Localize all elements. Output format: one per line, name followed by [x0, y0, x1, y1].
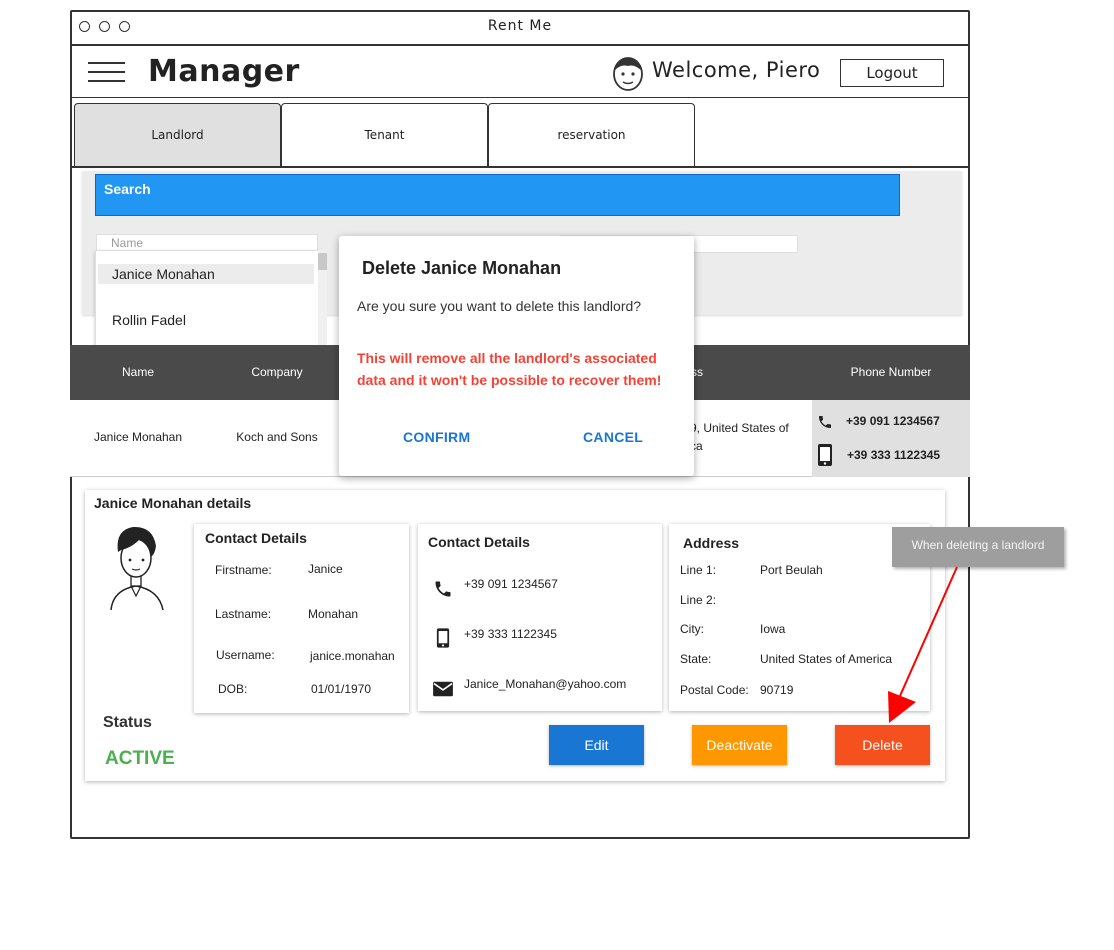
contact-info-title: Contact Details	[428, 534, 530, 550]
username-label: Username:	[216, 648, 275, 662]
tab-reservation[interactable]: reservation	[488, 103, 695, 166]
column-header-phone[interactable]: Phone Number	[812, 365, 970, 379]
city-label: City:	[680, 622, 704, 636]
welcome-message: Welcome, Piero	[652, 58, 821, 82]
username-value: janice.monahan	[310, 649, 395, 663]
app-header: Manager Welcome, Piero Logout	[70, 46, 970, 98]
logout-button[interactable]: Logout	[840, 59, 944, 87]
search-header: Search	[95, 174, 900, 216]
cell-mobile-number: +39 333 1122345	[847, 448, 941, 462]
cell-company: Koch and Sons	[236, 430, 318, 444]
annotation-tooltip: When deleting a landlord	[892, 527, 1064, 567]
city-value: Iowa	[760, 622, 786, 636]
address-title: Address	[683, 535, 740, 551]
contact-details-title: Contact Details	[205, 530, 307, 546]
dialog-message: Are you sure you want to delete this lan…	[357, 298, 642, 314]
cell-phone: +39 091 1234567 +39 333 1122345	[812, 400, 970, 477]
mobile-value: +39 333 1122345	[464, 627, 557, 641]
lastname-value: Monahan	[308, 607, 359, 621]
line2-label: Line 2:	[680, 593, 717, 607]
dialog-title: Delete Janice Monahan	[362, 258, 562, 278]
cell-phone-number: +39 091 1234567	[846, 414, 940, 428]
column-header-name[interactable]: Name	[70, 365, 206, 379]
delete-confirm-dialog: Delete Janice Monahan Are you sure you w…	[339, 236, 694, 476]
email-value: Janice_Monahan@yahoo.com	[464, 677, 627, 691]
hamburger-menu-icon[interactable]	[88, 62, 125, 84]
dob-value: 01/01/1970	[311, 682, 372, 696]
phone-icon	[435, 581, 451, 597]
window-title: Rent Me	[487, 18, 553, 34]
annotation-arrow	[888, 566, 958, 723]
postal-code-value: 90719	[760, 683, 794, 697]
suggestion-item[interactable]: Rollin Fadel	[98, 310, 314, 330]
delete-button[interactable]: Delete	[835, 725, 930, 765]
tab-tenant[interactable]: Tenant	[281, 103, 488, 166]
cell-address-line1: 9, United States of	[690, 421, 789, 435]
mobile-phone-icon	[436, 628, 450, 648]
lastname-label: Lastname:	[215, 607, 272, 621]
window-titlebar: Rent Me	[70, 10, 970, 46]
phone-value: +39 091 1234567	[464, 577, 558, 591]
dropdown-scrollbar-thumb[interactable]	[318, 253, 327, 270]
line1-label: Line 1:	[680, 563, 717, 577]
state-label: State:	[680, 652, 712, 666]
phone-icon	[819, 416, 831, 428]
landlord-avatar	[110, 526, 164, 610]
dialog-warning: This will remove all the landlord's asso…	[357, 350, 662, 388]
cancel-button[interactable]: CANCEL	[583, 429, 643, 445]
status-label: Status	[103, 714, 152, 731]
postal-code-label: Postal Code:	[680, 683, 749, 697]
mobile-phone-icon	[818, 444, 832, 466]
user-avatar-icon	[613, 57, 643, 91]
cell-name: Janice Monahan	[93, 430, 183, 444]
edit-button[interactable]: Edit	[549, 725, 644, 765]
dob-label: DOB:	[218, 682, 248, 696]
tab-landlord[interactable]: Landlord	[74, 103, 281, 166]
firstname-value: Janice	[308, 562, 343, 576]
firstname-label: Firstname:	[215, 563, 272, 577]
state-value: United States of America	[760, 652, 893, 666]
line1-value: Port Beulah	[760, 563, 823, 577]
tab-divider	[70, 166, 970, 168]
deactivate-button[interactable]: Deactivate	[692, 725, 787, 765]
email-icon	[433, 681, 453, 697]
status-badge: ACTIVE	[105, 748, 175, 769]
details-title: Janice Monahan details	[94, 495, 252, 511]
column-header-company[interactable]: Company	[210, 365, 344, 379]
app-title: Manager	[148, 54, 300, 89]
suggestion-item[interactable]: Janice Monahan	[98, 264, 314, 284]
confirm-button[interactable]: CONFIRM	[403, 429, 470, 445]
